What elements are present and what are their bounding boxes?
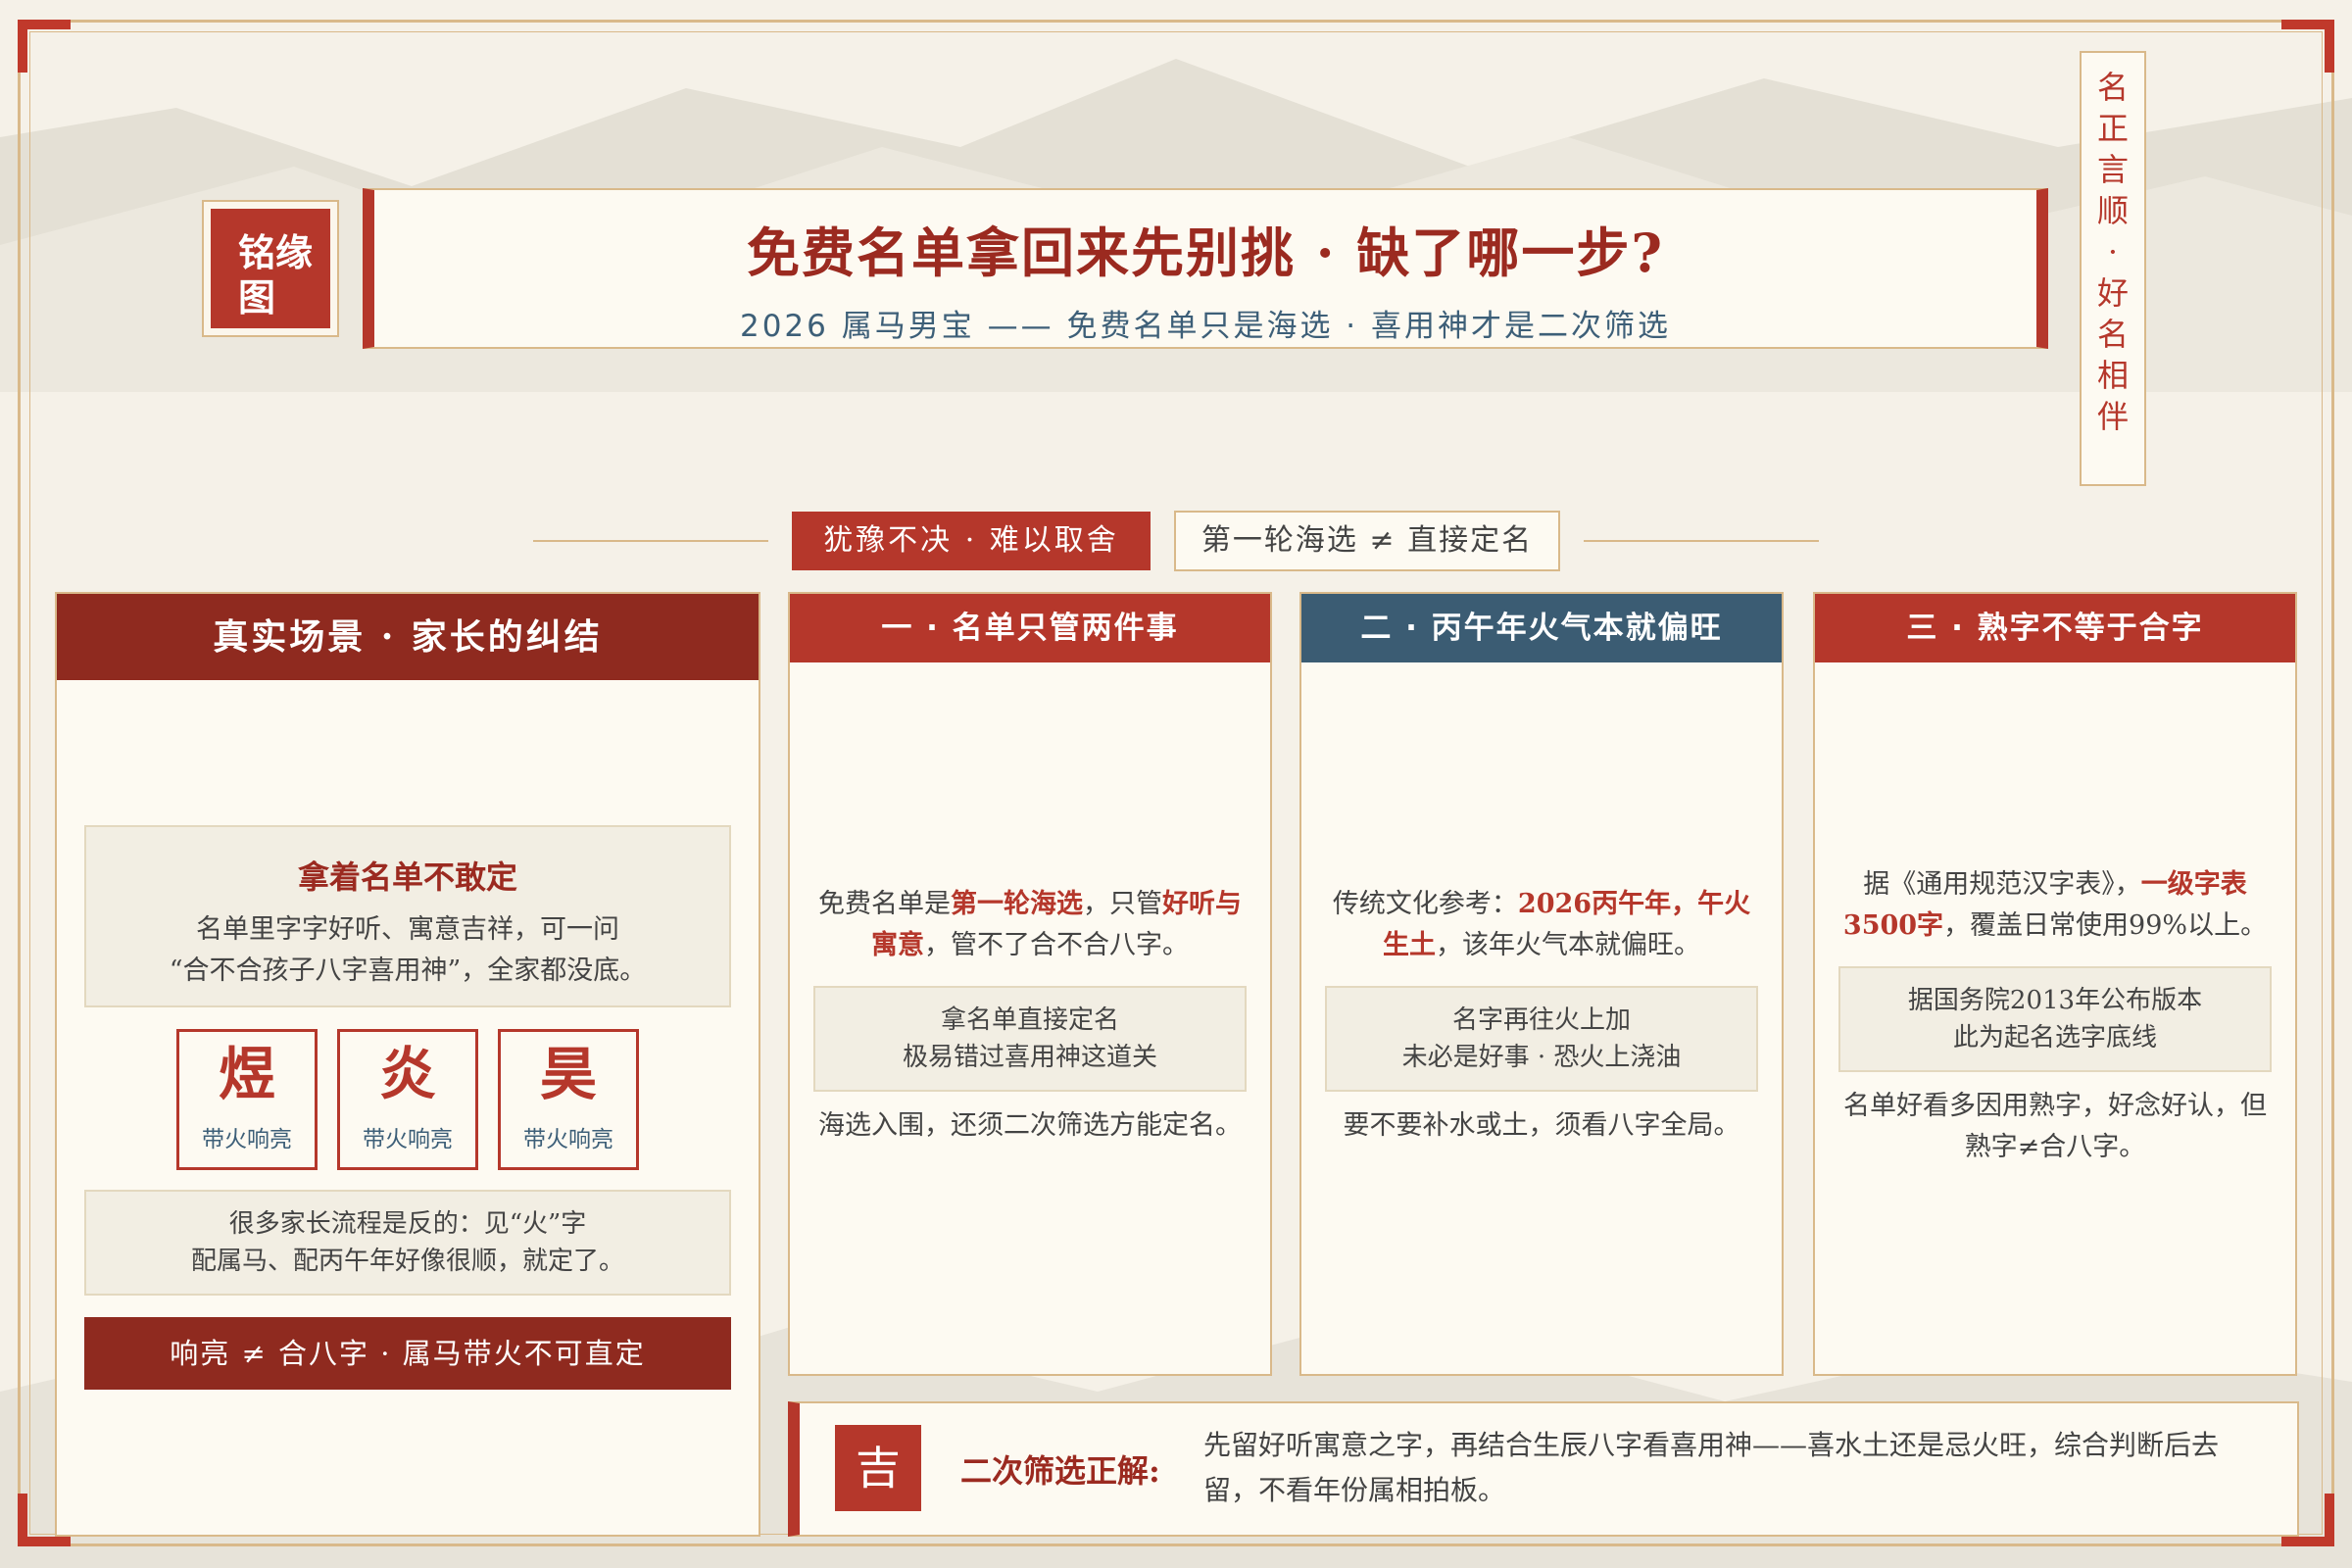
scene-banner: 响亮 ≠ 合八字 · 属马带火不可直定	[84, 1317, 731, 1390]
page-title: 免费名单拿回来先别挑 · 缺了哪一步?	[746, 221, 1665, 284]
motto-char: 顺	[2096, 192, 2129, 229]
callout-line: 极易错过喜用神这道关	[902, 1043, 1157, 1072]
text-run: ，管不了合不合八字。	[924, 930, 1189, 960]
char-card: 炎 带火响亮	[337, 1029, 478, 1170]
motto-char: 伴	[2096, 398, 2129, 435]
column-callout: 名字再往火上加 未必是好事 · 恐火上浇油	[1325, 986, 1758, 1092]
auspicious-badge: 吉	[835, 1425, 921, 1511]
scene-quote: 拿着名单不敢定 名单里字字好听、寓意吉祥，可一问 “合不合孩子八字喜用神”，全家…	[84, 825, 731, 1007]
column-title: 二 · 丙午年火气本就偏旺	[1301, 594, 1782, 662]
column-card-3: 三 · 熟字不等于合字 据《通用规范汉字表》，一级字表3500字，覆盖日常使用9…	[1813, 592, 2297, 1376]
motto-char: 好	[2096, 274, 2129, 312]
divider-line	[1584, 540, 1819, 542]
char-card-caption: 带火响亮	[363, 1127, 453, 1152]
summary-label: 二次筛选正解:	[960, 1452, 1160, 1490]
motto-char: 名	[2096, 69, 2129, 106]
char-card-glyph: 炎	[378, 1041, 436, 1107]
scene-note-line: 配属马、配丙午年好像很顺，就定了。	[190, 1247, 624, 1276]
scene-quote-line: “合不合孩子八字喜用神”，全家都没底。	[169, 956, 647, 986]
column-paragraph: 传统文化参考：2026丙午年，午火生土，该年火气本就偏旺。	[1301, 884, 1782, 966]
callout-line: 拿名单直接定名	[940, 1005, 1119, 1035]
text-run: ，只管	[1083, 889, 1162, 919]
scene-quote-title: 拿着名单不敢定	[297, 858, 517, 896]
column-paragraph: 免费名单是第一轮海选，只管好听与寓意，管不了合不合八字。	[790, 884, 1270, 966]
divider-line	[533, 540, 768, 542]
char-card-caption: 带火响亮	[523, 1127, 613, 1152]
char-card-glyph: 煜	[218, 1041, 275, 1107]
summary-text: 先留好听寓意之字，再结合生辰八字看喜用神——喜水土还是忌火旺，综合判断后去留，不…	[1203, 1429, 2220, 1506]
column-paragraph: 据《通用规范汉字表》，一级字表3500字，覆盖日常使用99%以上。	[1815, 864, 2295, 947]
column-footer: 海选入围，还须二次筛选方能定名。	[818, 1110, 1242, 1141]
callout-line: 此为起名选字底线	[1952, 1023, 2157, 1053]
scene-quote-line: 名单里字字好听、寓意吉祥，可一问	[196, 914, 619, 945]
text-run: 免费名单是	[818, 889, 951, 919]
brand-logo-text: 铭缘图	[211, 209, 330, 328]
corner-ornament	[18, 20, 71, 73]
text-run: 传统文化参考：	[1332, 889, 1518, 919]
summary-card: 吉 二次筛选正解: 先留好听寓意之字，再结合生辰八字看喜用神——喜水土还是忌火旺…	[788, 1401, 2299, 1537]
char-card-caption: 带火响亮	[202, 1127, 292, 1152]
motto-char: 言	[2096, 151, 2129, 188]
text-run: ，覆盖日常使用99%以上。	[1943, 910, 2268, 941]
column-callout: 据国务院2013年公布版本 此为起名选字底线	[1838, 966, 2272, 1072]
column-title: 三 · 熟字不等于合字	[1815, 594, 2295, 662]
tag-hesitation: 犹豫不决 · 难以取舍	[792, 512, 1151, 570]
column-callout: 拿名单直接定名 极易错过喜用神这道关	[813, 986, 1247, 1092]
vertical-motto: 名 正 言 顺 · 好 名 相 伴	[2080, 51, 2146, 486]
column-title: 一 · 名单只管两件事	[790, 594, 1270, 662]
column-card-1: 一 · 名单只管两件事 免费名单是第一轮海选，只管好听与寓意，管不了合不合八字。…	[788, 592, 1272, 1376]
callout-line: 据国务院2013年公布版本	[1907, 986, 2203, 1015]
column-card-2: 二 · 丙午年火气本就偏旺 传统文化参考：2026丙午年，午火生土，该年火气本就…	[1299, 592, 1784, 1376]
brand-logo: 铭缘图	[202, 200, 339, 337]
callout-line: 名字再往火上加	[1451, 1005, 1631, 1035]
scene-panel-title: 真实场景 · 家长的纠结	[57, 594, 759, 680]
scene-note-line: 很多家长流程是反的：见“火”字	[228, 1209, 587, 1239]
page-subtitle: 2026 属马男宝 —— 免费名单只是海选 · 喜用神才是二次筛选	[739, 309, 1671, 344]
char-card: 煜 带火响亮	[176, 1029, 318, 1170]
corner-ornament	[2281, 20, 2334, 73]
char-card-glyph: 昊	[539, 1041, 597, 1107]
text-run: 据《通用规范汉字表》，	[1863, 869, 2141, 900]
motto-char: 相	[2096, 357, 2129, 394]
tag-first-round: 第一轮海选 ≠ 直接定名	[1174, 511, 1560, 571]
motto-char: ·	[2107, 233, 2119, 270]
char-card: 昊 带火响亮	[498, 1029, 639, 1170]
highlight-text: 第一轮海选	[951, 889, 1083, 919]
column-footer: 要不要补水或土，须看八字全局。	[1343, 1110, 1740, 1141]
title-card: 免费名单拿回来先别挑 · 缺了哪一步? 2026 属马男宝 —— 免费名单只是海…	[363, 188, 2048, 349]
motto-char: 名	[2096, 316, 2129, 353]
text-run: ，该年火气本就偏旺。	[1436, 930, 1700, 960]
scene-note: 很多家长流程是反的：见“火”字 配属马、配丙午年好像很顺，就定了。	[84, 1190, 731, 1296]
callout-line: 未必是好事 · 恐火上浇油	[1401, 1043, 1682, 1072]
motto-char: 正	[2096, 110, 2129, 147]
column-footer: 名单好看多因用熟字，好念好认，但熟字≠合八字。	[1843, 1091, 2267, 1162]
